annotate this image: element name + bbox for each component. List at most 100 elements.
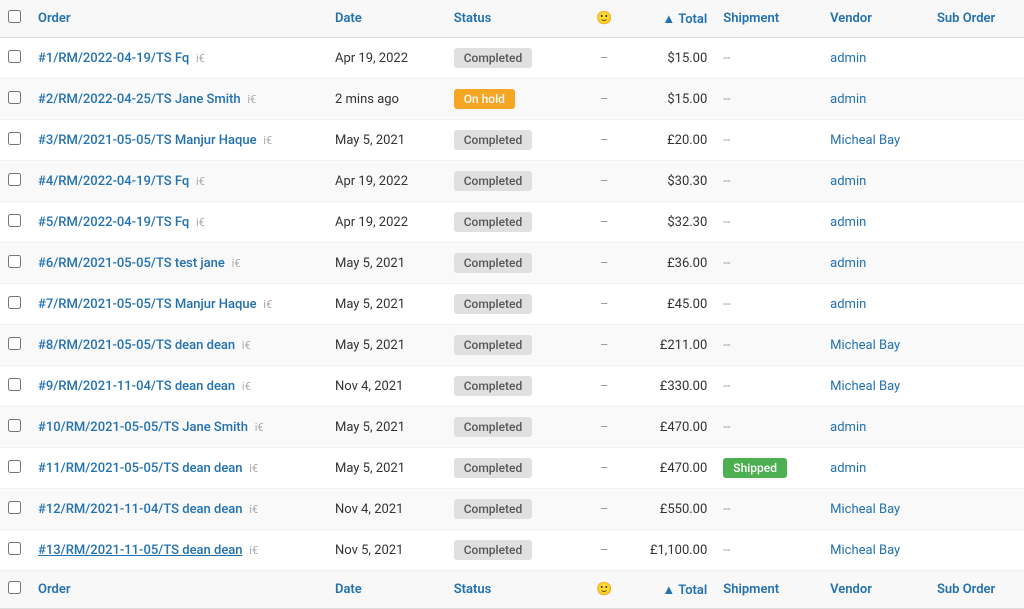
order-shipment: --	[715, 161, 822, 202]
row-checkbox[interactable]	[8, 173, 21, 186]
dash-icon: –	[600, 92, 609, 107]
order-link[interactable]: #6/RM/2021-05-05/TS test jane	[38, 256, 225, 271]
vendor-column-header: Vendor	[822, 0, 929, 38]
select-all-checkbox[interactable]	[8, 10, 21, 23]
vendor-link[interactable]: admin	[830, 215, 866, 230]
vendor-link[interactable]: Micheal Bay	[830, 379, 900, 394]
footer-date-header[interactable]: Date	[327, 571, 446, 609]
row-checkbox[interactable]	[8, 542, 21, 555]
vendor-link[interactable]: Micheal Bay	[830, 338, 900, 353]
order-link[interactable]: #12/RM/2021-11-04/TS dean dean	[38, 502, 243, 517]
ie-icon: i€	[229, 257, 241, 270]
order-link[interactable]: #5/RM/2022-04-19/TS Fq	[38, 215, 189, 230]
order-link[interactable]: #10/RM/2021-05-05/TS Jane Smith	[38, 420, 248, 435]
row-checkbox[interactable]	[8, 91, 21, 104]
ie-icon: i€	[193, 175, 205, 188]
order-shipment: --	[715, 79, 822, 120]
order-icon-cell: –	[588, 120, 620, 161]
order-column-header[interactable]: Order	[30, 0, 327, 38]
order-suborder	[929, 120, 1024, 161]
order-icon-cell: –	[588, 325, 620, 366]
footer-date-sort-link[interactable]: Date	[335, 582, 362, 597]
status-badge: Completed	[454, 417, 533, 437]
ie-icon: i€	[193, 52, 205, 65]
row-checkbox[interactable]	[8, 378, 21, 391]
dash-icon: –	[600, 174, 609, 189]
order-link[interactable]: #11/RM/2021-05-05/TS dean dean	[38, 461, 243, 476]
dash-icon: –	[600, 420, 609, 435]
row-checkbox[interactable]	[8, 296, 21, 309]
vendor-link[interactable]: admin	[830, 51, 866, 66]
vendor-link[interactable]: Micheal Bay	[830, 133, 900, 148]
row-checkbox[interactable]	[8, 132, 21, 145]
vendor-link[interactable]: admin	[830, 420, 866, 435]
vendor-link[interactable]: admin	[830, 297, 866, 312]
row-checkbox[interactable]	[8, 214, 21, 227]
shipment-dash: --	[723, 297, 730, 312]
order-link[interactable]: #7/RM/2021-05-05/TS Manjur Haque	[38, 297, 257, 312]
order-date: May 5, 2021	[327, 325, 446, 366]
dash-icon: –	[600, 297, 609, 312]
vendor-link[interactable]: admin	[830, 256, 866, 271]
row-checkbox[interactable]	[8, 460, 21, 473]
date-column-header[interactable]: Date	[327, 0, 446, 38]
order-link[interactable]: #9/RM/2021-11-04/TS dean dean	[38, 379, 235, 394]
order-link[interactable]: #1/RM/2022-04-19/TS Fq	[38, 51, 189, 66]
vendor-link[interactable]: Micheal Bay	[830, 502, 900, 517]
order-icon-cell: –	[588, 38, 620, 79]
order-link[interactable]: #2/RM/2022-04-25/TS Jane Smith	[38, 92, 241, 107]
total-column-header[interactable]: ▲ Total	[620, 0, 715, 38]
order-shipment: --	[715, 366, 822, 407]
table-row: #2/RM/2022-04-25/TS Jane Smith i€2 mins …	[0, 79, 1024, 120]
status-badge: Completed	[454, 458, 533, 478]
vendor-link[interactable]: admin	[830, 461, 866, 476]
table-row: #9/RM/2021-11-04/TS dean dean i€Nov 4, 2…	[0, 366, 1024, 407]
row-checkbox[interactable]	[8, 419, 21, 432]
order-icon-cell: –	[588, 448, 620, 489]
orders-table-container: Order Date Status 🙂 ▲ Total Shipment Ven…	[0, 0, 1024, 609]
suborder-column-header: Sub Order	[929, 0, 1024, 38]
footer-order-header[interactable]: Order	[30, 571, 327, 609]
status-badge: Completed	[454, 171, 533, 191]
ie-icon: i€	[247, 462, 259, 475]
vendor-link[interactable]: admin	[830, 174, 866, 189]
order-total: £45.00	[620, 284, 715, 325]
vendor-link[interactable]: Micheal Bay	[830, 543, 900, 558]
smiley-icon: 🙂	[596, 11, 612, 26]
dash-icon: –	[600, 461, 609, 476]
order-suborder	[929, 243, 1024, 284]
row-checkbox[interactable]	[8, 337, 21, 350]
vendor-link[interactable]: admin	[830, 92, 866, 107]
order-link[interactable]: #3/RM/2021-05-05/TS Manjur Haque	[38, 133, 257, 148]
order-date: May 5, 2021	[327, 120, 446, 161]
dash-icon: –	[600, 338, 609, 353]
table-row: #5/RM/2022-04-19/TS Fq i€Apr 19, 2022Com…	[0, 202, 1024, 243]
order-date: May 5, 2021	[327, 284, 446, 325]
total-sort-link[interactable]: ▲ Total	[662, 12, 707, 27]
row-checkbox[interactable]	[8, 50, 21, 63]
order-icon-cell: –	[588, 366, 620, 407]
footer-order-sort-link[interactable]: Order	[38, 582, 71, 597]
footer-icon-header: 🙂	[588, 571, 620, 609]
status-badge: Completed	[454, 376, 533, 396]
order-link[interactable]: #8/RM/2021-05-05/TS dean dean	[38, 338, 235, 353]
shipment-dash: --	[723, 51, 730, 66]
order-shipment: --	[715, 407, 822, 448]
order-icon-cell: –	[588, 284, 620, 325]
order-suborder	[929, 38, 1024, 79]
order-suborder	[929, 202, 1024, 243]
order-date: May 5, 2021	[327, 243, 446, 284]
date-sort-link[interactable]: Date	[335, 11, 362, 26]
ie-icon: i€	[193, 216, 205, 229]
footer-total-sort-link[interactable]: ▲ Total	[662, 583, 707, 598]
footer-total-header[interactable]: ▲ Total	[620, 571, 715, 609]
footer-select-all-checkbox[interactable]	[8, 581, 21, 594]
order-link[interactable]: #13/RM/2021-11-05/TS dean dean	[38, 543, 243, 558]
row-checkbox[interactable]	[8, 255, 21, 268]
order-link[interactable]: #4/RM/2022-04-19/TS Fq	[38, 174, 189, 189]
row-checkbox[interactable]	[8, 501, 21, 514]
order-total: £550.00	[620, 489, 715, 530]
order-sort-link[interactable]: Order	[38, 11, 71, 26]
ie-icon: i€	[247, 503, 259, 516]
order-total: £470.00	[620, 448, 715, 489]
